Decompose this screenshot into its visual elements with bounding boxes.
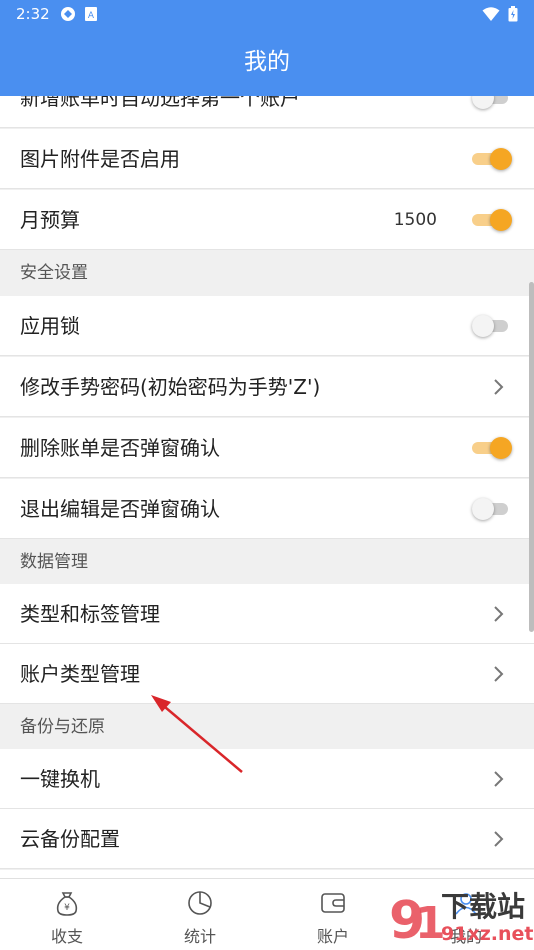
svg-text:91xz.net: 91xz.net: [441, 923, 533, 945]
row-label: 账户类型管理: [20, 662, 140, 686]
chevron-right-icon: [494, 666, 504, 682]
wifi-icon: [482, 7, 500, 21]
auto-select-account-switch[interactable]: [472, 96, 512, 109]
page-title: 我的: [244, 49, 290, 75]
row-exit-edit-confirm[interactable]: 退出编辑是否弹窗确认: [0, 479, 534, 539]
status-notification-icons: A: [60, 6, 98, 22]
svg-text:¥: ¥: [64, 903, 70, 913]
section-title: 备份与还原: [20, 717, 105, 737]
chevron-right-icon: [494, 379, 504, 395]
section-title: 数据管理: [20, 552, 88, 572]
pie-chart-icon: [188, 891, 212, 915]
chevron-right-icon: [494, 831, 504, 847]
section-header-data: 数据管理: [0, 540, 534, 585]
battery-icon: [508, 6, 518, 22]
svg-text:A: A: [88, 11, 95, 21]
row-cloud-backup[interactable]: 云备份配置: [0, 809, 534, 869]
chevron-right-icon: [494, 606, 504, 622]
row-label: 退出编辑是否弹窗确认: [20, 497, 220, 521]
row-label: 删除账单是否弹窗确认: [20, 436, 220, 460]
status-system-icons: [482, 6, 518, 22]
nav-label: 账户: [316, 927, 349, 946]
nav-item-income-expense[interactable]: ¥ 收支: [17, 879, 117, 950]
row-label: 新增账单时自动选择第一个账户: [20, 96, 300, 110]
annotation-arrow-icon: [151, 695, 243, 773]
section-header-backup: 备份与还原: [0, 705, 534, 750]
app-notification-icon: A: [85, 7, 97, 21]
section-header-security: 安全设置: [0, 251, 534, 296]
row-label: 云备份配置: [20, 827, 120, 851]
row-change-gesture-password[interactable]: 修改手势密码(初始密码为手势'Z'): [0, 357, 534, 417]
wallet-icon: [321, 893, 345, 913]
row-one-key-switch[interactable]: 一键换机: [0, 749, 534, 809]
scrollbar[interactable]: [529, 282, 534, 632]
row-label: 图片附件是否启用: [20, 147, 180, 171]
image-attachment-switch[interactable]: [472, 148, 512, 170]
nav-label: 统计: [183, 927, 216, 946]
row-image-attachment[interactable]: 图片附件是否启用: [0, 129, 534, 189]
status-bar: 2:32 A: [0, 0, 534, 28]
row-auto-select-account[interactable]: 新增账单时自动选择第一个账户: [0, 96, 534, 128]
row-app-lock[interactable]: 应用锁: [0, 296, 534, 356]
monthly-budget-switch[interactable]: [472, 209, 512, 231]
row-delete-confirm[interactable]: 删除账单是否弹窗确认: [0, 418, 534, 478]
row-monthly-budget[interactable]: 月预算 1500: [0, 190, 534, 250]
app-bar: 我的: [0, 28, 534, 96]
app-lock-switch[interactable]: [472, 315, 512, 337]
row-type-tag-manage[interactable]: 类型和标签管理: [0, 584, 534, 644]
row-label: 一键换机: [20, 767, 100, 791]
row-label: 类型和标签管理: [20, 602, 160, 626]
row-label: 修改手势密码(初始密码为手势'Z'): [20, 375, 321, 399]
svg-text:下载站: 下载站: [441, 890, 525, 923]
status-time: 2:32: [16, 5, 50, 23]
nav-label: 收支: [50, 927, 83, 946]
exit-edit-confirm-switch[interactable]: [472, 498, 512, 520]
delete-confirm-switch[interactable]: [472, 437, 512, 459]
vpn-icon: [61, 7, 75, 21]
row-label: 应用锁: [20, 314, 80, 338]
row-account-type-manage[interactable]: 账户类型管理: [0, 644, 534, 704]
section-title: 安全设置: [20, 263, 88, 283]
chevron-right-icon: [494, 771, 504, 787]
money-bag-icon: ¥: [56, 892, 78, 916]
row-label: 月预算: [20, 208, 80, 232]
nav-item-accounts[interactable]: 账户: [283, 879, 383, 950]
row-next-partial[interactable]: [0, 870, 534, 878]
watermark-logo: 9 1 下载站 91xz.net: [389, 890, 533, 950]
nav-item-statistics[interactable]: 统计: [150, 879, 250, 950]
monthly-budget-value: 1500: [393, 210, 437, 230]
settings-list[interactable]: 新增账单时自动选择第一个账户 图片附件是否启用 月预算 1500 安全设置 应用…: [0, 96, 534, 878]
